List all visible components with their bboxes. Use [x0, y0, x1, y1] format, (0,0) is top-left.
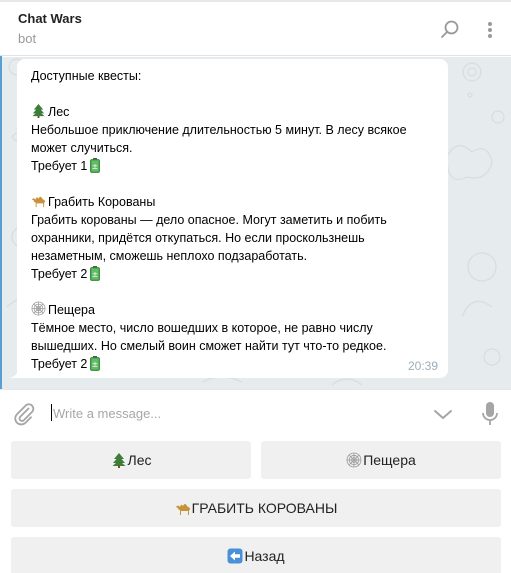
quest-forest: Лес Небольшое приключение длительностью …: [31, 103, 434, 175]
left-arrow-box-icon: [227, 548, 243, 564]
keyboard-button-label: Лес: [127, 452, 152, 468]
quest-requirement: Требует 1: [31, 159, 88, 173]
evergreen-tree-icon: [32, 103, 45, 118]
battery-icon: ±: [90, 158, 101, 173]
more-vertical-icon[interactable]: [480, 18, 500, 42]
chat-header: Chat Wars bot: [0, 2, 511, 56]
quest-cave: Пещера Тёмное место, число вошедших в ко…: [31, 301, 434, 373]
keyboard-button-label: Назад: [244, 548, 285, 564]
keyboard-button-rob-caravans[interactable]: ГРАБИТЬ КОРОВАНЫ: [11, 489, 501, 527]
microphone-icon[interactable]: [479, 400, 501, 428]
keyboard-button-label: ГРАБИТЬ КОРОВАНЫ: [191, 500, 338, 516]
camel-icon: [175, 504, 190, 515]
spider-web-icon: [346, 452, 362, 468]
keyboard-button-forest[interactable]: Лес: [11, 441, 251, 479]
spider-web-icon: [31, 301, 46, 316]
paperclip-icon[interactable]: [12, 402, 36, 426]
quest-description: Тёмное место, число вошедших в которое, …: [31, 321, 387, 353]
keyboard-button-back[interactable]: Назад: [11, 537, 501, 573]
quest-title: Грабить Корованы: [48, 195, 156, 209]
text-caret: [51, 404, 52, 421]
chat-area[interactable]: Доступные квесты: Лес Небольшое приключе…: [2, 57, 511, 389]
message-timestamp: 20:39: [407, 359, 438, 373]
chat-title[interactable]: Chat Wars: [18, 11, 82, 26]
svg-text:±: ±: [92, 162, 99, 171]
search-icon[interactable]: [438, 18, 462, 42]
message-bubble[interactable]: Доступные квесты: Лес Небольшое приключе…: [17, 59, 448, 378]
message-composer: [0, 389, 511, 435]
quest-title: Лес: [48, 105, 70, 119]
chat-subtitle: bot: [18, 31, 37, 46]
battery-icon: ±: [90, 356, 101, 371]
quest-requirement: Требует 2: [31, 357, 88, 371]
message-intro: Доступные квесты:: [31, 69, 142, 83]
camel-icon: [31, 196, 46, 208]
svg-text:±: ±: [92, 360, 99, 369]
battery-icon: ±: [90, 266, 101, 281]
keyboard-button-cave[interactable]: Пещера: [261, 441, 501, 479]
evergreen-tree-icon: [112, 453, 125, 468]
quest-description: Грабить корованы — дело опасное. Могут з…: [31, 213, 387, 263]
keyboard-button-label: Пещера: [363, 452, 416, 468]
message-input[interactable]: [53, 402, 413, 424]
svg-text:±: ±: [92, 270, 99, 279]
chevron-down-icon[interactable]: [432, 404, 454, 424]
quest-requirement: Требует 2: [31, 267, 88, 281]
telegram-window: Chat Wars bot Доступные квесты: Лес Небо…: [0, 0, 511, 573]
quest-description: Небольшое приключение длительностью 5 ми…: [31, 123, 407, 155]
quest-title: Пещера: [48, 303, 95, 317]
quest-caravans: Грабить Корованы Грабить корованы — дело…: [31, 193, 434, 283]
